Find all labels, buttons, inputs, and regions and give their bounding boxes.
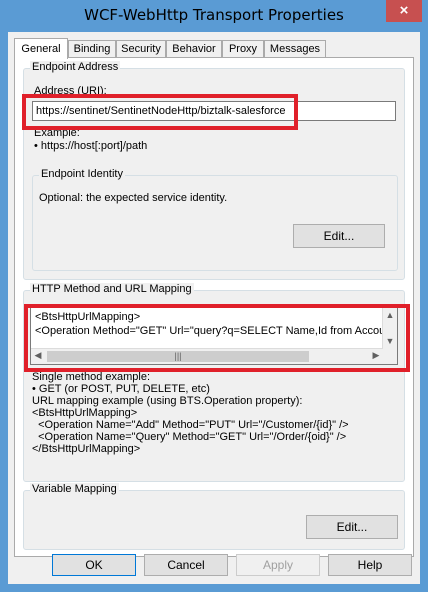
- window-title: WCF-WebHttp Transport Properties: [84, 6, 344, 24]
- endpoint-address-group-label: Endpoint Address: [30, 61, 121, 73]
- endpoint-identity-group-label: Endpoint Identity: [39, 168, 125, 180]
- help-line-5: <Operation Name="Add" Method="PUT" Url="…: [32, 419, 349, 431]
- mapping-highlight-box: [24, 304, 410, 372]
- endpoint-identity-description: Optional: the expected service identity.: [39, 192, 228, 204]
- tab-proxy[interactable]: Proxy: [222, 40, 264, 57]
- dialog-window: WCF-WebHttp Transport Properties × Gener…: [0, 0, 428, 592]
- apply-button[interactable]: Apply: [236, 554, 320, 576]
- cancel-button[interactable]: Cancel: [144, 554, 228, 576]
- tab-messages[interactable]: Messages: [264, 40, 326, 57]
- help-button[interactable]: Help: [328, 554, 412, 576]
- variable-mapping-edit-button[interactable]: Edit...: [306, 515, 398, 539]
- endpoint-identity-group: Endpoint Identity Optional: the expected…: [32, 168, 398, 271]
- tab-security[interactable]: Security: [116, 40, 166, 57]
- address-highlight-box: [22, 94, 298, 130]
- help-line-1: Single method example:: [32, 371, 151, 383]
- http-mapping-group-label: HTTP Method and URL Mapping: [30, 283, 194, 295]
- dialog-client-area: General Binding Security Behavior Proxy …: [8, 32, 420, 584]
- variable-mapping-group: Variable Mapping Edit...: [23, 483, 405, 550]
- help-line-2: • GET (or POST, PUT, DELETE, etc): [32, 383, 210, 395]
- help-line-4: <BtsHttpUrlMapping>: [32, 407, 138, 419]
- tab-behavior[interactable]: Behavior: [166, 40, 222, 57]
- help-line-3: URL mapping example (using BTS.Operation…: [32, 395, 303, 407]
- title-bar[interactable]: WCF-WebHttp Transport Properties ×: [0, 0, 428, 32]
- tab-binding[interactable]: Binding: [68, 40, 116, 57]
- help-line-6: <Operation Name="Query" Method="GET" Url…: [32, 431, 347, 443]
- help-line-7: </BtsHttpUrlMapping>: [32, 443, 141, 455]
- tab-general[interactable]: General: [14, 38, 68, 59]
- variable-mapping-group-label: Variable Mapping: [30, 483, 119, 495]
- endpoint-identity-edit-button[interactable]: Edit...: [293, 224, 385, 248]
- close-icon[interactable]: ×: [386, 0, 422, 22]
- example-value: • https://host[:port]/path: [34, 140, 148, 152]
- ok-button[interactable]: OK: [52, 554, 136, 576]
